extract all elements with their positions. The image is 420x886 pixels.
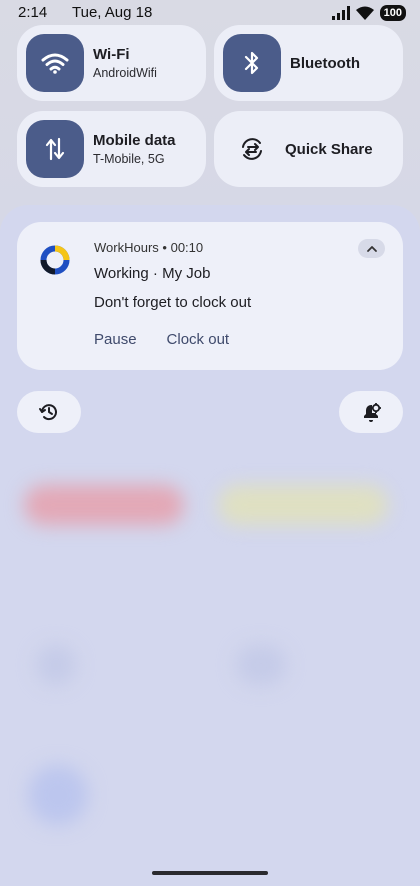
tile-bluetooth-label: Bluetooth [290, 54, 360, 72]
notification-text: Don't forget to clock out [94, 294, 252, 311]
blurred-background-shape [28, 765, 88, 825]
wifi-icon [26, 34, 84, 92]
notification-history-button[interactable] [17, 391, 81, 433]
blurred-background-shape [236, 645, 286, 685]
status-time: 2:14 [18, 4, 48, 21]
pause-button[interactable]: Pause [94, 331, 137, 348]
tile-wifi[interactable]: Wi-Fi AndroidWifi [17, 25, 206, 101]
notification-elapsed: 00:10 [170, 240, 204, 255]
status-date: Tue, Aug 18 [72, 4, 153, 21]
notification-title: Working · My Job [94, 265, 211, 282]
tile-mobile-data[interactable]: Mobile data T-Mobile, 5G [17, 111, 206, 187]
chevron-up-icon [366, 245, 377, 252]
status-icons: 100 [331, 5, 406, 21]
blurred-background-shape [218, 485, 388, 525]
signal-icon [331, 6, 350, 20]
battery-indicator: 100 [379, 5, 406, 21]
tile-quick-share[interactable]: Quick Share [214, 111, 403, 187]
home-indicator[interactable] [152, 871, 268, 875]
notification-card[interactable]: WorkHours • 00:10 Working · My Job Don't… [17, 222, 403, 370]
notification-header: WorkHours • 00:10 [94, 240, 203, 255]
notification-separator: • [162, 240, 167, 255]
collapse-button[interactable] [358, 239, 385, 258]
notification-actions: Pause Clock out [94, 331, 229, 348]
tile-wifi-sub: AndroidWifi [93, 66, 157, 80]
history-icon [39, 404, 57, 421]
status-bar: 2:14 Tue, Aug 18 100 [0, 0, 420, 26]
blurred-background-shape [36, 645, 76, 685]
workhours-app-icon [40, 245, 70, 275]
tile-mobile-data-sub: T-Mobile, 5G [93, 152, 165, 166]
tile-quick-share-label: Quick Share [285, 140, 373, 158]
wifi-status-icon [355, 6, 374, 20]
clock-out-button[interactable]: Clock out [167, 331, 230, 348]
mobile-data-icon [26, 120, 84, 178]
notification-settings-button[interactable] [339, 391, 403, 433]
tile-mobile-data-label: Mobile data [93, 132, 176, 149]
bluetooth-icon [223, 34, 281, 92]
tile-wifi-label: Wi-Fi [93, 46, 130, 63]
bell-settings-icon [364, 403, 381, 422]
tile-bluetooth[interactable]: Bluetooth [214, 25, 403, 101]
quick-share-icon [223, 120, 281, 178]
notification-app-name: WorkHours [94, 240, 159, 255]
blurred-background-shape [24, 485, 184, 525]
